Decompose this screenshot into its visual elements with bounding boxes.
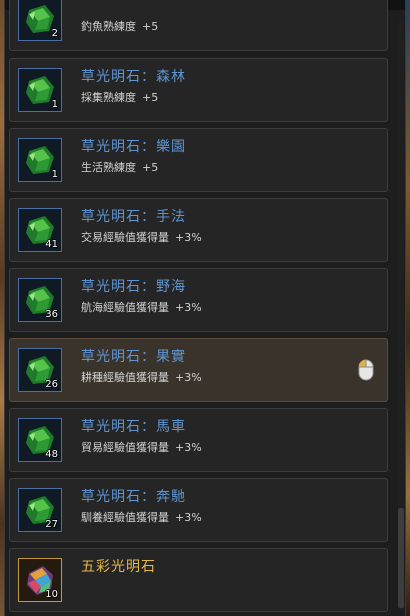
green-light-stone-icon: 26: [18, 348, 62, 392]
item-quantity: 10: [45, 589, 58, 600]
item-name: 草光明石：野海: [81, 279, 186, 295]
mouse-left-click-icon: [358, 359, 374, 385]
green-light-stone-icon: 41: [18, 208, 62, 252]
item-quantity: 41: [45, 239, 58, 250]
item-quantity: 1: [51, 169, 58, 180]
item-effect: 航海經驗值獲得量 +3%: [81, 301, 202, 314]
item-effect: 釣魚熟練度 +5: [81, 20, 159, 33]
rainbow-light-stone-icon: 10: [18, 558, 62, 602]
list-item[interactable]: 1 草光明石：樂園 生活熟練度 +5: [9, 128, 388, 192]
item-name: 草光明石：果實: [81, 349, 186, 365]
item-name: 五彩光明石: [81, 559, 156, 575]
green-light-stone-icon: 1: [18, 68, 62, 112]
green-light-stone-icon: 2: [18, 0, 62, 41]
item-quantity: 36: [45, 309, 58, 320]
item-effect: 貿易經驗值獲得量 +3%: [81, 441, 202, 454]
item-quantity: 48: [45, 449, 58, 460]
list-item[interactable]: 1 草光明石：森林 採集熟練度 +5: [9, 58, 388, 122]
scrollbar-thumb[interactable]: [398, 508, 404, 608]
item-effect: 生活熟練度 +5: [81, 161, 159, 174]
item-effect: 採集熟練度 +5: [81, 91, 159, 104]
item-effect: 交易經驗值獲得量 +3%: [81, 231, 202, 244]
item-name: 草光明石：手法: [81, 209, 186, 225]
item-effect: 耕種經驗值獲得量 +3%: [81, 371, 202, 384]
item-name: 草光明石：奔馳: [81, 489, 186, 505]
scrollbar-track[interactable]: [398, 18, 404, 610]
list-item[interactable]: 41 草光明石：手法 交易經驗值獲得量 +3%: [9, 198, 388, 262]
list-item[interactable]: 2 釣魚熟練度 +5: [9, 0, 388, 51]
item-quantity: 2: [51, 28, 58, 39]
list-item[interactable]: 48 草光明石：馬車 貿易經驗值獲得量 +3%: [9, 408, 388, 472]
green-light-stone-icon: 1: [18, 138, 62, 182]
item-name: 草光明石：樂園: [81, 139, 186, 155]
item-quantity: 26: [45, 379, 58, 390]
green-light-stone-icon: 27: [18, 488, 62, 532]
item-effect: 馴養經驗值獲得量 +3%: [81, 511, 202, 524]
item-quantity: 1: [51, 99, 58, 110]
item-name: 草光明石：森林: [81, 69, 186, 85]
light-stone-inventory-panel: 2 釣魚熟練度 +5 1 草光明石：森林 採集熟練度 +5 1 草光明石：樂園 生活…: [4, 0, 406, 616]
list-item-selected[interactable]: 26 草光明石：果實 耕種經驗值獲得量 +3%: [9, 338, 388, 402]
list-item[interactable]: 10 五彩光明石: [9, 548, 388, 612]
list-item[interactable]: 36 草光明石：野海 航海經驗值獲得量 +3%: [9, 268, 388, 332]
list-item[interactable]: 27 草光明石：奔馳 馴養經驗值獲得量 +3%: [9, 478, 388, 542]
item-quantity: 27: [45, 519, 58, 530]
green-light-stone-icon: 36: [18, 278, 62, 322]
item-name: 草光明石：馬車: [81, 419, 186, 435]
green-light-stone-icon: 48: [18, 418, 62, 462]
